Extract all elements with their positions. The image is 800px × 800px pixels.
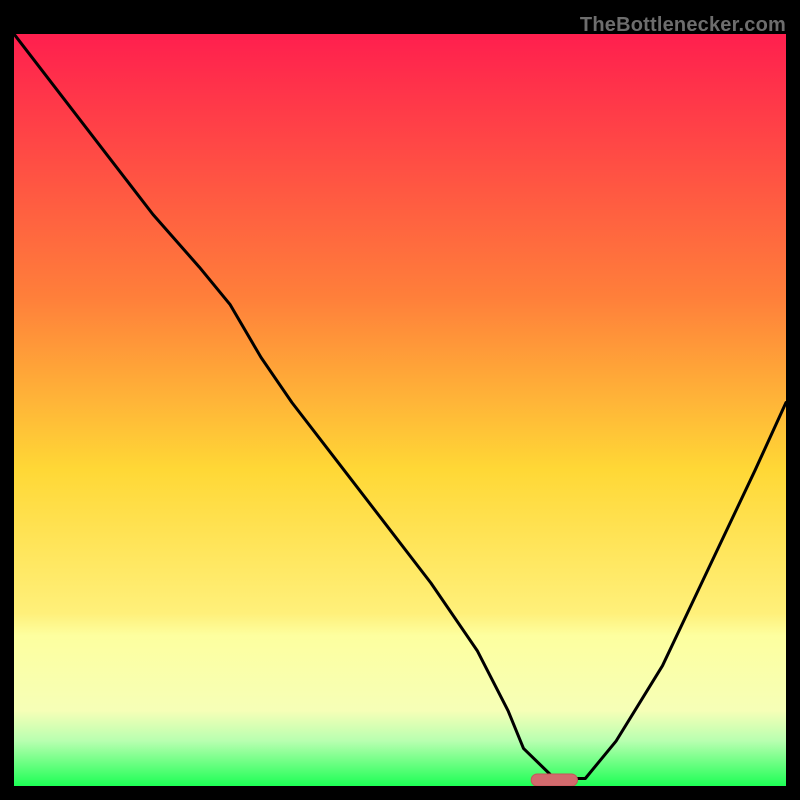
chart-frame: TheBottlenecker.com: [14, 14, 786, 786]
bottleneck-chart: [14, 34, 786, 786]
gradient-background: [14, 34, 786, 786]
optimal-marker: [531, 774, 577, 786]
plot-area: [14, 34, 786, 786]
